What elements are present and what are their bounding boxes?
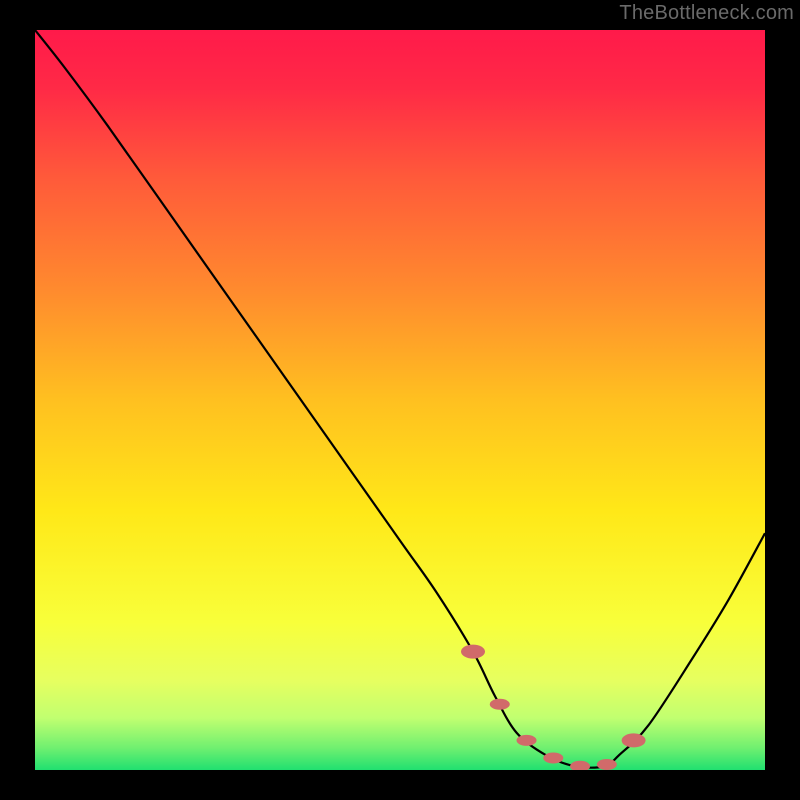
optimal-marker	[461, 645, 485, 659]
bottleneck-curve	[35, 30, 765, 768]
watermark-text: TheBottleneck.com	[619, 2, 794, 25]
optimal-marker	[543, 752, 563, 763]
optimal-marker	[490, 699, 510, 710]
optimal-marker	[570, 761, 590, 770]
optimal-marker	[517, 735, 537, 746]
plot-area	[35, 30, 765, 770]
chart-frame: TheBottleneck.com	[0, 0, 800, 800]
optimal-range-markers	[461, 645, 646, 770]
optimal-marker	[622, 733, 646, 747]
curve-layer	[35, 30, 765, 770]
optimal-marker	[597, 759, 617, 770]
